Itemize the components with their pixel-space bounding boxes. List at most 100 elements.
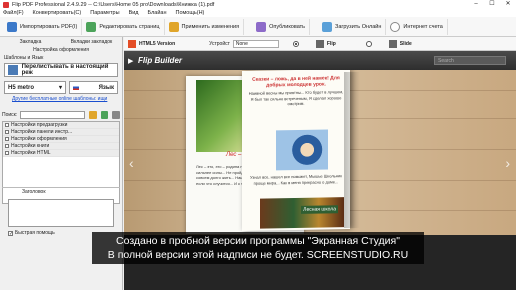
minimize-button[interactable]: – xyxy=(468,0,484,9)
right-page-text-1: Наивной весны мы приятны... Кто будет в … xyxy=(248,89,344,107)
tab-bookmark[interactable]: Закладка xyxy=(0,39,61,47)
flipbook-search-input[interactable]: Search xyxy=(434,56,506,65)
play-icon: ▶ xyxy=(128,57,134,65)
preview-options-bar: HTML5 Version Устройст None Flip Slide xyxy=(124,37,516,51)
child-illustration xyxy=(276,129,328,171)
page-shadow xyxy=(344,72,360,228)
html5-icon xyxy=(128,39,136,48)
theme-selector[interactable]: Перелистывать в настоящий реж xyxy=(4,63,118,77)
import-pdf-button[interactable]: Импортировать PDF(I) xyxy=(3,18,83,35)
radio-unselected-icon xyxy=(365,40,372,47)
publish-button[interactable]: Опубликовать xyxy=(252,18,311,35)
edit-pages-button[interactable]: Редактировать страниц xyxy=(82,18,165,35)
cloud-icon xyxy=(390,21,401,32)
flipbook-header: ▶ Flip Builder Search xyxy=(124,51,516,70)
expand-icon[interactable] xyxy=(100,111,109,119)
app-icon xyxy=(3,1,9,8)
right-page-text-2: Узнал все, нашел все поможет, Мышье Школ… xyxy=(250,173,342,186)
edit-icon xyxy=(86,21,97,32)
tree-item-design[interactable]: Настройки оформления xyxy=(3,136,119,143)
language-label: Язык xyxy=(98,84,114,91)
publish-icon xyxy=(256,21,267,32)
apply-changes-button[interactable]: Применить изменения xyxy=(165,18,245,35)
description-textarea[interactable] xyxy=(8,199,114,227)
find-icon[interactable] xyxy=(89,111,97,119)
close-button[interactable]: ✕ xyxy=(500,0,516,9)
design-settings-title: Настройка оформления xyxy=(33,47,89,53)
tree-item-toolbar[interactable]: Настройки панели инстр... xyxy=(3,129,119,136)
slide-mode-option[interactable] xyxy=(365,40,375,47)
expand-box-icon xyxy=(5,123,9,127)
expand-box-icon xyxy=(5,137,9,141)
html5-version-indicator: HTML5 Version xyxy=(128,39,176,48)
tree-item-label: Настройки HTML xyxy=(11,150,51,156)
cloud-account-button[interactable]: Интернет счета xyxy=(386,18,448,35)
left-tabs: Закладка Вкладки закладок xyxy=(0,39,122,47)
tree-item-label: Настройки книги xyxy=(11,143,50,149)
checkbox-icon: ✓ xyxy=(8,230,14,237)
upload-icon xyxy=(322,21,333,32)
trial-watermark: Создано в пробной версии программы "Экра… xyxy=(92,232,424,264)
html5-label: HTML5 Version xyxy=(139,40,176,47)
search-input[interactable] xyxy=(20,111,86,119)
flip-label: Flip xyxy=(326,40,336,47)
watermark-line-2: В полной версии этой надписи не будет. S… xyxy=(107,249,409,261)
upload-online-button[interactable]: Загрузить Онлайн xyxy=(318,18,387,35)
flip-mode-option[interactable] xyxy=(292,40,302,47)
quick-help-label: Быстрая помощь xyxy=(15,230,55,236)
next-page-arrow-icon[interactable]: › xyxy=(505,155,510,171)
radio-selected-icon xyxy=(292,40,299,47)
tree-item-label: Настройки предзагрузки xyxy=(11,122,68,128)
slide-label: Slide xyxy=(399,40,412,47)
version-select[interactable]: H5 metro ▾ xyxy=(4,81,66,94)
expand-box-icon xyxy=(5,130,9,134)
title-label: Заголовок xyxy=(22,189,46,195)
slide-mode-label-group[interactable]: Slide xyxy=(388,39,412,48)
device-group: Устройст None xyxy=(209,39,279,48)
version-language-row: H5 metro ▾ Язык xyxy=(4,81,118,94)
search-row: Поиск: xyxy=(2,111,121,119)
right-page-heading: Сказки – ложь, да в ней намек! Для добры… xyxy=(252,75,340,89)
apply-icon xyxy=(168,21,179,32)
chevron-down-icon: ▾ xyxy=(58,85,62,91)
window-title: Flip PDF Professional 2.4.9.29 -- C:\Use… xyxy=(12,1,215,8)
flipbook-logo: Flip Builder xyxy=(138,56,182,65)
tree-item-label: Настройки оформления xyxy=(11,136,67,142)
flip-icon xyxy=(315,39,324,48)
import-label: Импортировать PDF(I) xyxy=(20,23,78,30)
menu-blayan[interactable]: Блайан xyxy=(148,10,167,16)
menu-options[interactable]: Параметры xyxy=(90,10,119,16)
title-bar: Flip PDF Professional 2.4.9.29 -- C:\Use… xyxy=(0,0,516,9)
publish-label: Опубликовать xyxy=(269,23,306,30)
expand-box-icon xyxy=(5,151,9,155)
forest-school-label: Лесная школа xyxy=(301,205,338,214)
menu-help[interactable]: Помощь(H) xyxy=(176,10,205,16)
tree-item-preload[interactable]: Настройки предзагрузки xyxy=(3,122,119,129)
flag-icon xyxy=(73,85,79,90)
version-value: H5 metro xyxy=(8,84,35,91)
flip-mode-label-group[interactable]: Flip xyxy=(315,39,336,48)
watermark-line-1: Создано в пробной версии программы "Экра… xyxy=(116,235,400,247)
right-page[interactable]: Сказки – ложь, да в ней намек! Для добры… xyxy=(242,70,350,231)
language-button[interactable]: Язык xyxy=(69,81,118,94)
search-label: Поиск: xyxy=(2,112,18,118)
menu-view[interactable]: Вид xyxy=(129,10,139,16)
more-themes-link[interactable]: Другие бесплатные online шаблоны: ищи xyxy=(0,96,122,104)
apply-label: Применить изменения xyxy=(181,23,240,30)
tree-item-label: Настройки панели инстр... xyxy=(11,129,73,135)
expand-box-icon xyxy=(5,144,9,148)
theme-name: Перелистывать в настоящий реж xyxy=(21,64,109,76)
slide-icon xyxy=(388,39,397,48)
collapse-icon[interactable] xyxy=(112,111,121,119)
menu-bar: Файл(F) Конвертировать(C) Параметры Вид … xyxy=(0,9,516,17)
tree-item-html[interactable]: Настройки HTML xyxy=(3,150,119,157)
prev-page-arrow-icon[interactable]: ‹ xyxy=(129,155,134,171)
menu-convert[interactable]: Конвертировать(C) xyxy=(33,10,82,16)
tab-bookmark-tabs[interactable]: Вкладки закладок xyxy=(61,39,122,47)
window-controls: – ☐ ✕ xyxy=(468,0,516,9)
maximize-button[interactable]: ☐ xyxy=(484,0,500,9)
device-select[interactable]: None xyxy=(232,39,279,48)
tree-item-book[interactable]: Настройки книги xyxy=(3,143,119,150)
import-icon xyxy=(7,21,17,32)
menu-file[interactable]: Файл(F) xyxy=(3,10,24,16)
